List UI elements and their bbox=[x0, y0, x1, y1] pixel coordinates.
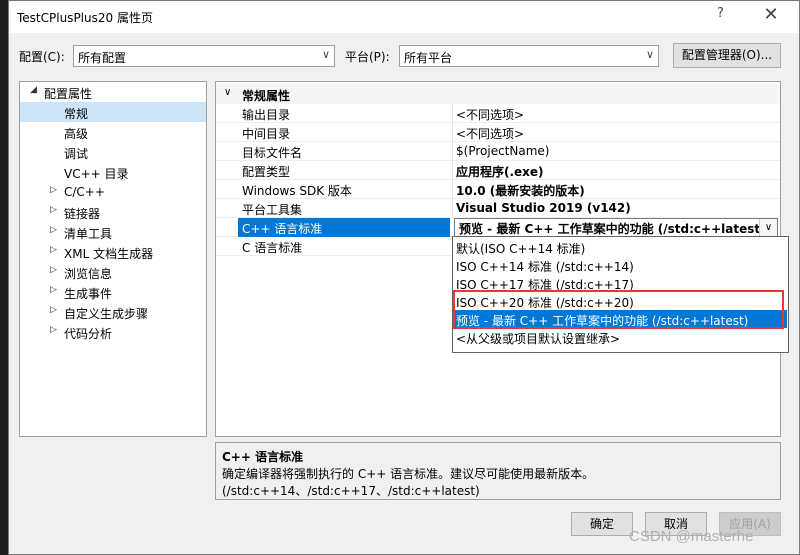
chevron-down-icon: ∨ bbox=[321, 48, 330, 61]
tree-item-custom-build-step[interactable]: ▷ 自定义生成步骤 bbox=[20, 302, 206, 322]
property-row-cpp-language-standard[interactable]: C++ 语言标准 预览 - 最新 C++ 工作草案中的功能 (/std:c++l… bbox=[216, 218, 780, 237]
title-bar: TestCPlusPlus20 属性页 ? ✕ bbox=[9, 1, 799, 33]
property-value: 预览 - 最新 C++ 工作草案中的功能 (/std:c++latest) bbox=[459, 222, 766, 236]
property-row-output-dir[interactable]: 输出目录 <不同选项> bbox=[216, 104, 780, 123]
configuration-bar: 配置(C): 所有配置 ∨ 平台(P): 所有平台 ∨ 配置管理器(O)... bbox=[9, 41, 799, 71]
collapsed-triangle-icon[interactable]: ▷ bbox=[50, 285, 57, 295]
property-name: C++ 语言标准 bbox=[238, 218, 450, 237]
property-row-platform-toolset[interactable]: 平台工具集 Visual Studio 2019 (v142) bbox=[216, 199, 780, 218]
collapsed-triangle-icon[interactable]: ▷ bbox=[50, 305, 57, 315]
tree-root-config-properties[interactable]: ◢ 配置属性 bbox=[20, 82, 206, 102]
dropdown-option-highlighted[interactable]: 预览 - 最新 C++ 工作草案中的功能 (/std:c++latest) bbox=[454, 310, 787, 328]
column-separator bbox=[452, 180, 453, 199]
tree-item-label: 链接器 bbox=[64, 207, 101, 221]
platform-select[interactable]: 所有平台 ∨ bbox=[399, 45, 659, 67]
configuration-value: 所有配置 bbox=[78, 51, 127, 65]
background-ide bbox=[0, 0, 8, 555]
watermark: CSDN @masterhe bbox=[629, 528, 754, 545]
dropdown-option[interactable]: ISO C++14 标准 (/std:c++14) bbox=[454, 256, 787, 274]
category-label: 常规属性 bbox=[242, 89, 291, 103]
property-row-windows-sdk[interactable]: Windows SDK 版本 10.0 (最新安装的版本) bbox=[216, 180, 780, 199]
tree-item-linker[interactable]: ▷ 链接器 bbox=[20, 202, 206, 222]
tree-item-browse-info[interactable]: ▷ 浏览信息 bbox=[20, 262, 206, 282]
cpp-standard-dropdown-list: 默认(ISO C++14 标准) ISO C++14 标准 (/std:c++1… bbox=[452, 236, 789, 353]
collapsed-triangle-icon[interactable]: ▷ bbox=[50, 265, 57, 275]
tree-item-debugging[interactable]: 调试 bbox=[20, 142, 206, 162]
dropdown-option[interactable]: <从父级或项目默认设置继承> bbox=[454, 328, 787, 346]
tree-item-label: XML 文档生成器 bbox=[64, 247, 154, 261]
property-value: <不同选项> bbox=[456, 108, 525, 122]
description-text: 确定编译器将强制执行的 C++ 语言标准。建议尽可能使用最新版本。(/std:c… bbox=[222, 467, 595, 498]
platform-label: 平台(P): bbox=[345, 50, 390, 64]
tree-item-label: 自定义生成步骤 bbox=[64, 307, 149, 321]
property-name: C 语言标准 bbox=[242, 241, 303, 255]
configuration-manager-button[interactable]: 配置管理器(O)... bbox=[673, 43, 781, 68]
tree-item-vc-directories[interactable]: VC++ 目录 bbox=[20, 162, 206, 182]
property-tree: ◢ 配置属性 常规 高级 调试 VC++ 目录 ▷ C/C++ ▷ 链接器 ▷ … bbox=[19, 81, 207, 437]
property-name: 中间目录 bbox=[242, 127, 291, 141]
column-separator bbox=[452, 161, 453, 180]
property-value: Visual Studio 2019 (v142) bbox=[456, 201, 631, 215]
dropdown-option[interactable]: 默认(ISO C++14 标准) bbox=[454, 238, 787, 256]
chevron-down-icon: ∨ bbox=[645, 48, 654, 61]
dropdown-option[interactable]: ISO C++17 标准 (/std:c++17) bbox=[454, 274, 787, 292]
description-panel: C++ 语言标准 确定编译器将强制执行的 C++ 语言标准。建议尽可能使用最新版… bbox=[215, 442, 781, 500]
tree-item-label: 高级 bbox=[64, 127, 89, 141]
column-separator bbox=[452, 142, 453, 161]
property-value: 10.0 (最新安装的版本) bbox=[456, 184, 585, 198]
property-value: <不同选项> bbox=[456, 127, 525, 141]
chevron-down-icon[interactable]: ∨ bbox=[759, 219, 777, 236]
collapsed-triangle-icon[interactable]: ▷ bbox=[50, 185, 57, 195]
expanded-triangle-icon[interactable]: ◢ bbox=[30, 85, 37, 95]
tree-item-label: 浏览信息 bbox=[64, 267, 113, 281]
platform-value: 所有平台 bbox=[404, 51, 453, 65]
property-name: Windows SDK 版本 bbox=[242, 184, 352, 198]
property-name: 配置类型 bbox=[242, 165, 291, 179]
window-title: TestCPlusPlus20 属性页 bbox=[17, 11, 153, 25]
close-icon[interactable]: ✕ bbox=[761, 4, 781, 28]
tree-item-build-events[interactable]: ▷ 生成事件 bbox=[20, 282, 206, 302]
property-row-configuration-type[interactable]: 配置类型 应用程序(.exe) bbox=[216, 161, 780, 180]
column-separator bbox=[452, 199, 453, 218]
property-pages-dialog: TestCPlusPlus20 属性页 ? ✕ 配置(C): 所有配置 ∨ 平台… bbox=[8, 0, 800, 555]
column-separator bbox=[452, 104, 453, 123]
tree-item-label: 代码分析 bbox=[64, 327, 113, 341]
column-separator bbox=[452, 123, 453, 142]
tree-item-label: 清单工具 bbox=[64, 227, 113, 241]
tree-item-label: C/C++ bbox=[64, 185, 105, 199]
collapsed-triangle-icon[interactable]: ▷ bbox=[50, 225, 57, 235]
collapsed-triangle-icon[interactable]: ▷ bbox=[50, 325, 57, 335]
dropdown-option[interactable]: ISO C++20 标准 (/std:c++20) bbox=[454, 292, 787, 310]
property-row-target-name[interactable]: 目标文件名 $(ProjectName) bbox=[216, 142, 780, 161]
configuration-select[interactable]: 所有配置 ∨ bbox=[73, 45, 335, 67]
tree-root-label: 配置属性 bbox=[44, 87, 93, 101]
property-value: $(ProjectName) bbox=[456, 144, 550, 158]
tree-item-label: 生成事件 bbox=[64, 287, 113, 301]
tree-item-label: 常规 bbox=[64, 107, 89, 121]
description-title: C++ 语言标准 bbox=[222, 450, 304, 464]
tree-item-xml-doc-generator[interactable]: ▷ XML 文档生成器 bbox=[20, 242, 206, 262]
property-value: 应用程序(.exe) bbox=[456, 165, 544, 179]
property-name: 目标文件名 bbox=[242, 146, 303, 160]
help-icon[interactable]: ? bbox=[717, 6, 731, 26]
property-name: 平台工具集 bbox=[242, 203, 303, 217]
tree-item-code-analysis[interactable]: ▷ 代码分析 bbox=[20, 322, 206, 342]
collapsed-triangle-icon[interactable]: ▷ bbox=[50, 245, 57, 255]
tree-item-general[interactable]: 常规 bbox=[20, 102, 206, 122]
tree-item-label: 调试 bbox=[64, 147, 89, 161]
configuration-label: 配置(C): bbox=[19, 50, 65, 64]
property-row-intermediate-dir[interactable]: 中间目录 <不同选项> bbox=[216, 123, 780, 142]
tree-item-c-cpp[interactable]: ▷ C/C++ bbox=[20, 182, 206, 202]
collapsed-triangle-icon[interactable]: ▷ bbox=[50, 205, 57, 215]
collapse-chevron-icon[interactable]: ∨ bbox=[224, 87, 231, 98]
category-header[interactable]: ∨ 常规属性 bbox=[216, 84, 780, 104]
tree-item-manifest-tool[interactable]: ▷ 清单工具 bbox=[20, 222, 206, 242]
cpp-standard-select[interactable]: 预览 - 最新 C++ 工作草案中的功能 (/std:c++latest) ∨ bbox=[454, 218, 778, 237]
property-name: 输出目录 bbox=[242, 108, 291, 122]
tree-item-label: VC++ 目录 bbox=[64, 167, 129, 181]
ok-button[interactable]: 确定 bbox=[571, 512, 633, 536]
tree-item-advanced[interactable]: 高级 bbox=[20, 122, 206, 142]
